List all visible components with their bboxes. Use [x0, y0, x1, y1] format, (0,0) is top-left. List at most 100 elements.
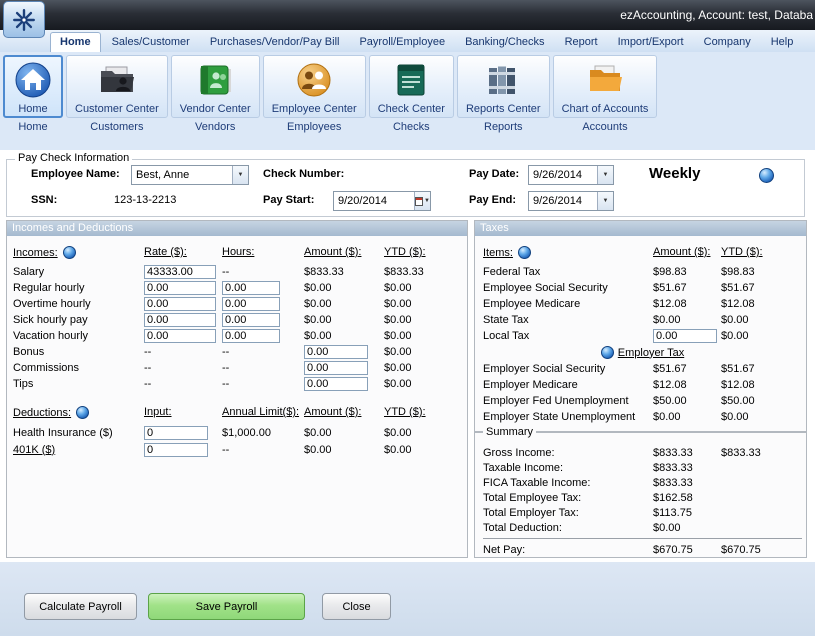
tax-amount: $12.08 [653, 298, 721, 310]
vendor-center-button[interactable]: Vendor Center [171, 55, 260, 118]
incomes-help-globe-icon[interactable] [63, 246, 76, 259]
deductions-help-globe-icon[interactable] [76, 406, 89, 419]
employee-center-button[interactable]: Employee Center [263, 55, 366, 118]
incomes-panel: Incomes and Deductions Incomes: Rate ($)… [6, 220, 468, 558]
summary-value: $833.33 [653, 447, 721, 459]
amount-value: $0.00 [304, 330, 384, 342]
employee-name-select[interactable]: Best, Anne [131, 165, 249, 185]
summary-row-taxable-income: Taxable Income: $833.33 [483, 460, 802, 475]
hours-input-vacation-hourly[interactable] [222, 329, 280, 343]
tax-amount: $51.67 [653, 282, 721, 294]
deduction-label: Health Insurance ($) [13, 427, 144, 439]
tax-label: Employer Fed Unemployment [483, 395, 653, 407]
chevron-down-icon[interactable] [232, 166, 248, 184]
pay-date-value: 9/26/2014 [529, 169, 597, 181]
tab-company[interactable]: Company [695, 33, 760, 52]
tax-label: Employer Medicare [483, 379, 653, 391]
summary-row-total-employer-tax: Total Employer Tax: $113.75 [483, 505, 802, 520]
pay-start-picker[interactable]: 9/20/2014 [333, 191, 431, 211]
hours-input-overtime-hourly[interactable] [222, 297, 280, 311]
calculate-payroll-button[interactable]: Calculate Payroll [24, 593, 137, 620]
pay-date-select[interactable]: 9/26/2014 [528, 165, 614, 185]
toolbar-button-label: Check Center [378, 103, 445, 115]
close-button[interactable]: Close [322, 593, 391, 620]
tax-amount: $98.83 [653, 266, 721, 278]
tab-payroll-employee[interactable]: Payroll/Employee [350, 33, 454, 52]
amount-input-tips[interactable] [304, 377, 368, 391]
employee-name-label: Employee Name: [31, 168, 120, 180]
tab-purchases-vendor-pay-bill[interactable]: Purchases/Vendor/Pay Bill [201, 33, 349, 52]
tab-import-export[interactable]: Import/Export [609, 33, 693, 52]
income-label: Tips [13, 378, 144, 390]
local-tax-input[interactable] [653, 329, 717, 343]
deductions-header-row: Deductions: Input: Annual Limit($): Amou… [13, 406, 463, 424]
tab-help[interactable]: Help [762, 33, 803, 52]
tab-banking-checks[interactable]: Banking/Checks [456, 33, 554, 52]
toolbar-item-reports-center: Reports Center Reports [457, 55, 550, 133]
tax-amount: $50.00 [653, 395, 721, 407]
tax-row-federal: Federal Tax $98.83 $98.83 [483, 264, 802, 280]
app-window: ezAccounting, Account: test, Databa Home… [0, 0, 815, 636]
toolbar-button-label: Customer Center [75, 103, 159, 115]
employee-name-value: Best, Anne [132, 169, 232, 181]
ssn-label: SSN: [31, 194, 57, 206]
rate-value: -- [144, 362, 222, 374]
tax-row-employer-social-security: Employer Social Security $51.67 $51.67 [483, 361, 802, 377]
summary-value: $670.75 [653, 544, 721, 556]
toolbar-item-employee-center: Employee Center Employees [263, 55, 366, 133]
rate-input-overtime-hourly[interactable] [144, 297, 216, 311]
check-center-button[interactable]: Check Center [369, 55, 454, 118]
pay-end-select[interactable]: 9/26/2014 [528, 191, 614, 211]
toolbar-button-label: Reports Center [466, 103, 541, 115]
amount-input-commissions[interactable] [304, 361, 368, 375]
tax-ytd: $50.00 [721, 395, 802, 407]
tax-label: Employer Social Security [483, 363, 653, 375]
reports-center-button[interactable]: Reports Center [457, 55, 550, 118]
summary-row-gross-income: Gross Income: $833.33 $833.33 [483, 445, 802, 460]
rate-input-vacation-hourly[interactable] [144, 329, 216, 343]
tab-home[interactable]: Home [50, 32, 101, 52]
health-insurance-input[interactable] [144, 426, 208, 440]
amount-input-bonus[interactable] [304, 345, 368, 359]
summary-label: Gross Income: [483, 447, 653, 459]
summary-ytd: $670.75 [721, 544, 802, 556]
tab-sales-customer[interactable]: Sales/Customer [103, 33, 199, 52]
chevron-down-icon[interactable] [597, 192, 613, 210]
toolbar-button-label: Home [18, 103, 47, 115]
amount-value: $0.00 [304, 314, 384, 326]
tax-row-employer-medicare: Employer Medicare $12.08 $12.08 [483, 377, 802, 393]
toolbar-caption-home: Home [18, 121, 47, 133]
amount-header: Amount ($): [304, 406, 384, 418]
hours-input-regular-hourly[interactable] [222, 281, 280, 295]
taxes-help-globe-icon[interactable] [518, 246, 531, 259]
reports-center-icon [482, 59, 524, 101]
deduction-row-health-insurance: Health Insurance ($) $1,000.00 $0.00 $0.… [13, 424, 463, 441]
employer-tax-help-globe-icon[interactable] [601, 346, 614, 359]
tab-report[interactable]: Report [556, 33, 607, 52]
rate-input-sick-hourly[interactable] [144, 313, 216, 327]
tax-label: State Tax [483, 314, 653, 326]
save-payroll-button[interactable]: Save Payroll [148, 593, 305, 620]
rate-input-salary[interactable] [144, 265, 216, 279]
rate-header: Rate ($): [144, 246, 222, 258]
chevron-down-icon[interactable] [597, 166, 613, 184]
hours-input-sick-hourly[interactable] [222, 313, 280, 327]
home-button[interactable]: Home [3, 55, 63, 118]
deduction-401k-input[interactable] [144, 443, 208, 457]
amount-value: $0.00 [304, 298, 384, 310]
paycheck-help-globe-icon[interactable] [759, 168, 774, 183]
pay-start-label: Pay Start: [263, 194, 314, 206]
ytd-value: $0.00 [384, 346, 463, 358]
income-row-tips: Tips -- -- $0.00 [13, 376, 463, 392]
check-number-input[interactable] [359, 166, 459, 184]
pay-start-value: 9/20/2014 [334, 195, 414, 207]
amount-header: Amount ($): [304, 246, 384, 258]
chart-of-accounts-button[interactable]: Chart of Accounts [553, 55, 658, 118]
toolbar-item-home: Home Home [3, 55, 63, 133]
income-label: Overtime hourly [13, 298, 144, 310]
pay-end-value: 9/26/2014 [529, 195, 597, 207]
rate-input-regular-hourly[interactable] [144, 281, 216, 295]
calendar-dropdown-icon[interactable] [414, 192, 430, 210]
taxes-panel: Taxes Items: Amount ($): YTD ($): Federa… [474, 220, 807, 432]
customer-center-button[interactable]: Customer Center [66, 55, 168, 118]
